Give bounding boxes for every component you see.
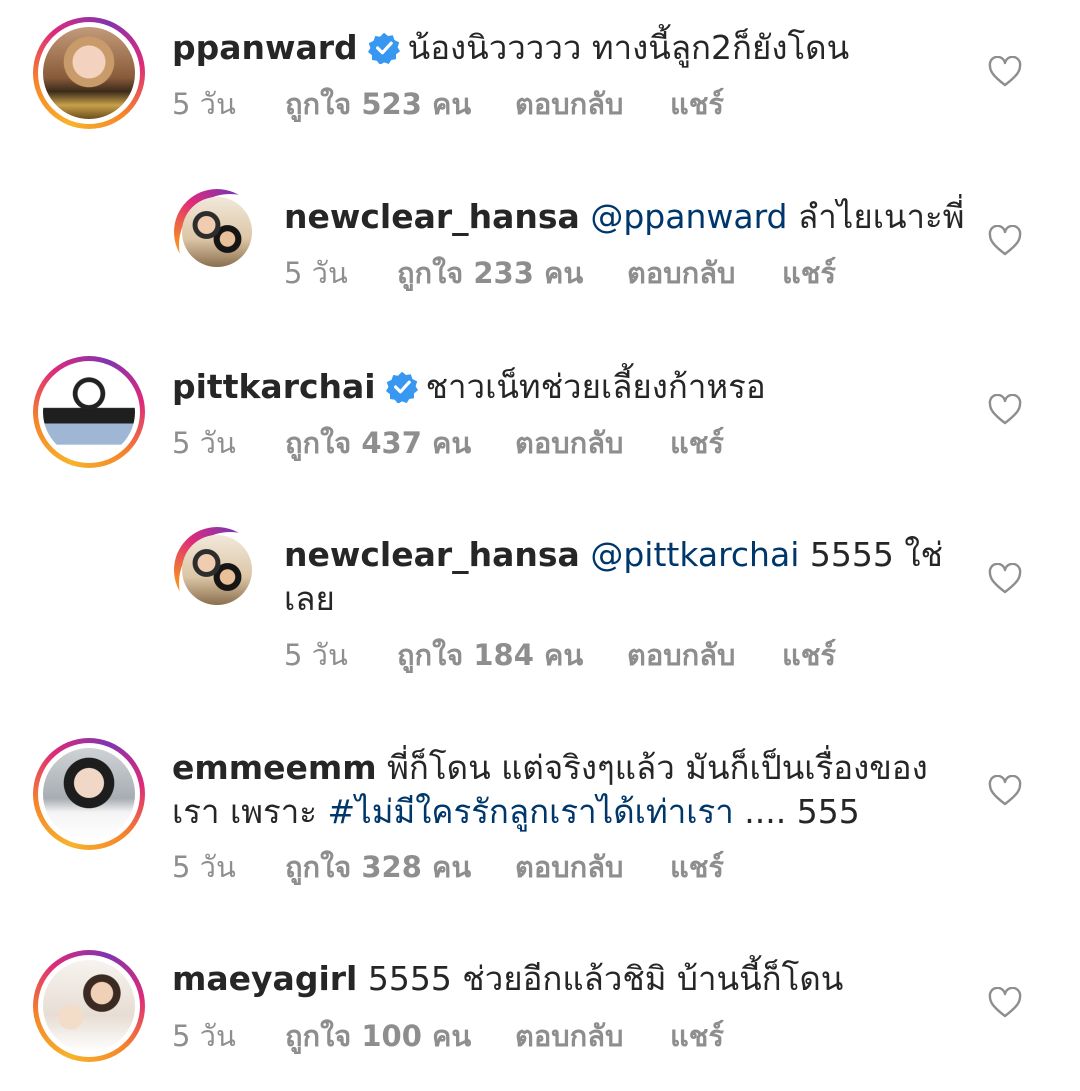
comment-body: emmeemm พี่ก็โดน แต่จริงๆแล้ว มันก็เป็นเ… [172,745,928,791]
comment-time: 5 วัน [172,850,236,884]
share-button[interactable]: แชร์ [670,423,724,463]
comment-text: น้องนิววววว ทางนี้ลูก2ก็ยังโดน [407,28,850,67]
comment-body: ppanward น้องนิววววว ทางนี้ลูก2ก็ยังโดน [172,25,849,71]
comment-text: พี่ก็โดน แต่จริงๆแล้ว มันก็เป็นเรื่องของ [376,748,928,787]
avatar[interactable] [33,950,145,1062]
share-button[interactable]: แชร์ [670,84,724,124]
comment-time: 5 วัน [284,638,348,672]
like-heart-icon[interactable] [988,394,1022,426]
like-count[interactable]: ถูกใจ 523 คน [285,84,471,124]
verified-badge-icon [367,32,400,64]
like-heart-icon[interactable] [988,987,1022,1019]
comment-time: 5 วัน [172,87,236,121]
username[interactable]: maeyagirl [172,959,357,998]
share-button[interactable]: แชร์ [782,253,836,293]
comment-text-line2: เลย [284,579,335,618]
like-heart-icon[interactable] [988,775,1022,807]
like-count[interactable]: ถูกใจ 233 คน [397,253,583,293]
like-count[interactable]: ถูกใจ 100 คน [285,1016,471,1056]
like-count[interactable]: ถูกใจ 184 คน [397,635,583,675]
comment-text: ลำไยเนาะพี่ [787,197,965,236]
comment-body: newclear_hansa @pittkarchai 5555 ใช่ [284,532,943,578]
comment-text: เรา เพราะ [172,792,328,831]
mention-link[interactable]: @ppanward [590,197,787,236]
comment-time: 5 วัน [172,1019,236,1053]
avatar[interactable] [33,356,145,468]
like-count[interactable]: ถูกใจ 437 คน [285,423,471,463]
like-heart-icon[interactable] [988,563,1022,595]
comment-body: maeyagirl 5555 ช่วยอีกแล้วชิมิ บ้านนี้ก็… [172,956,843,1002]
comment-time: 5 วัน [284,256,348,290]
avatar[interactable] [174,189,281,296]
share-button[interactable]: แชร์ [670,847,724,887]
reply-button[interactable]: ตอบกลับ [515,423,623,463]
username[interactable]: newclear_hansa [284,535,580,574]
username[interactable]: ppanward [172,28,358,67]
comment-text: 5555 ใช่ [799,535,943,574]
mention-link[interactable]: @pittkarchai [590,535,799,574]
avatar[interactable] [33,738,145,850]
username[interactable]: emmeemm [172,748,377,787]
reply-button[interactable]: ตอบกลับ [627,635,735,675]
reply-button[interactable]: ตอบกลับ [515,84,623,124]
reply-button[interactable]: ตอบกลับ [627,253,735,293]
verified-badge-icon [385,371,418,403]
like-heart-icon[interactable] [988,225,1022,257]
reply-button[interactable]: ตอบกลับ [515,847,623,887]
comment-text: .... 555 [733,792,860,831]
username[interactable]: pittkarchai [172,367,376,406]
avatar[interactable] [174,527,281,634]
comment-time: 5 วัน [172,426,236,460]
like-count[interactable]: ถูกใจ 328 คน [285,847,471,887]
username[interactable]: newclear_hansa [284,197,580,236]
comment-body: newclear_hansa @ppanward ลำไยเนาะพี่ [284,194,965,240]
comment-text: ชาวเน็ทช่วยเลี้ยงก้าหรอ [425,367,766,406]
share-button[interactable]: แชร์ [782,635,836,675]
hashtag-link[interactable]: #ไม่มีใครรักลูกเราได้เท่าเรา [328,792,734,831]
avatar[interactable] [33,17,145,129]
comment-text-line2: เรา เพราะ #ไม่มีใครรักลูกเราได้เท่าเรา .… [172,789,860,835]
reply-button[interactable]: ตอบกลับ [515,1016,623,1056]
share-button[interactable]: แชร์ [670,1016,724,1056]
comment-body: pittkarchai ชาวเน็ทช่วยเลี้ยงก้าหรอ [172,364,766,410]
comment-text: 5555 ช่วยอีกแล้วชิมิ บ้านนี้ก็โดน [357,959,844,998]
like-heart-icon[interactable] [988,56,1022,88]
